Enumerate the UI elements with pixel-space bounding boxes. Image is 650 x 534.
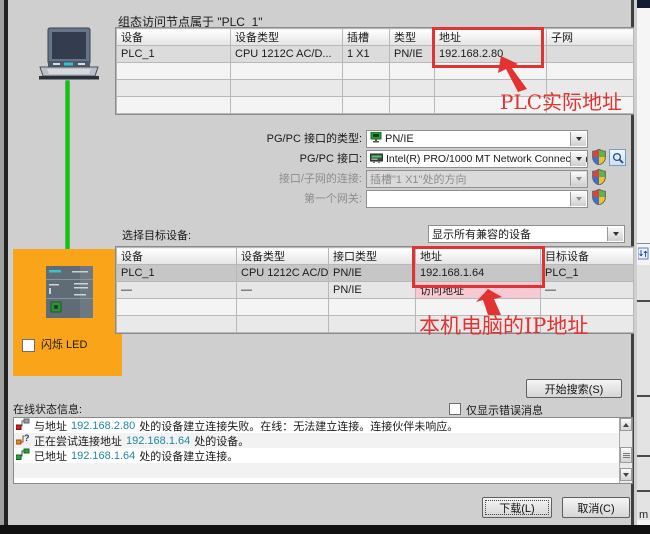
col-header-interface-type[interactable]: 接口类型 <box>328 247 416 265</box>
errors-only-label: 仅显示错误消息 <box>466 405 543 417</box>
flash-led-checkbox[interactable] <box>22 339 35 352</box>
pnie-icon <box>370 131 382 146</box>
col-header-type[interactable]: 类型 <box>389 28 435 46</box>
connection-line <box>66 81 69 267</box>
shield-icon[interactable] <box>592 148 606 168</box>
status-message-empty <box>14 463 632 478</box>
status-message-connected: 已地址 192.168.1.64 处的设备建立连接。 <box>14 448 632 463</box>
compatible-devices-filter[interactable]: 显示所有兼容的设备 <box>428 225 625 243</box>
col-header-slot[interactable]: 插槽 <box>342 28 390 46</box>
scroll-down-button[interactable] <box>620 468 632 481</box>
cell-subnet <box>546 45 634 63</box>
table-row-selected[interactable]: PLC_1 CPU 1212C AC/D... PN/IE 192.168.1.… <box>116 264 634 282</box>
cell-interface-type: PN/IE <box>328 281 416 299</box>
chevron-down-icon[interactable] <box>607 227 623 241</box>
online-status-label: 在线状态信息: <box>13 404 83 416</box>
scroll-up-button[interactable] <box>620 418 632 431</box>
pgpc-type-value: PN/IE <box>385 133 414 145</box>
message-scrollbar[interactable] <box>619 418 632 483</box>
cell-type: PN/IE <box>389 45 435 63</box>
divider <box>637 300 650 302</box>
background-panel <box>637 265 650 520</box>
chevron-down-icon[interactable] <box>570 132 586 146</box>
start-search-button[interactable]: 开始搜索(S) <box>526 379 622 398</box>
pgpc-interface-label: PG/PC 接口: <box>299 153 362 165</box>
cell-device-type: — <box>236 281 329 299</box>
pc-address-annotation: 本机电脑的IP地址 <box>419 314 589 338</box>
col-header-target-device[interactable]: 目标设备 <box>540 247 634 265</box>
pgpc-type-select[interactable]: PN/IE <box>366 130 588 148</box>
svg-text:?: ? <box>24 433 30 443</box>
plc-address-annotation: PLC实际地址 <box>500 90 623 114</box>
plc-device-image <box>46 266 93 321</box>
background-text-fragment: m <box>639 509 649 521</box>
scroll-thumb[interactable] <box>620 447 632 463</box>
cell-device-type: CPU 1212C AC/D... <box>230 45 343 63</box>
flash-led-label: 闪烁 LED <box>41 339 88 351</box>
subnet-connection-select: 插槽"1 X1"处的方向 <box>366 170 588 188</box>
browse-network-button[interactable] <box>609 149 626 166</box>
shield-icon[interactable] <box>592 188 606 208</box>
gateway-select <box>366 190 588 208</box>
cell-interface-type: PN/IE <box>328 264 416 282</box>
divider <box>637 395 650 397</box>
connection-failed-icon <box>15 418 30 433</box>
subnet-connection-value: 插槽"1 X1"处的方向 <box>370 174 467 186</box>
col-header-device[interactable]: 设备 <box>116 28 231 46</box>
bottom-window-edge <box>0 525 650 534</box>
left-window-edge <box>0 0 8 534</box>
pgpc-interface-value: Intel(R) PRO/1000 MT Network Connection <box>386 153 587 165</box>
status-message-failed: 与地址 192.168.2.80 处的设备建立连接失败。在线：无法建立连接。连接… <box>14 418 632 433</box>
errors-only-checkbox[interactable] <box>449 403 461 415</box>
table-row[interactable]: PLC_1 CPU 1212C AC/D... 1 X1 PN/IE 192.1… <box>116 45 634 63</box>
magnifier-icon <box>612 152 624 164</box>
filter-value: 显示所有兼容的设备 <box>432 229 531 241</box>
gateway-label: 第一个网关: <box>303 193 362 205</box>
connection-trying-icon: ? <box>15 433 30 448</box>
col-header-device[interactable]: 设备 <box>116 247 237 265</box>
status-message-trying: ? 正在尝试连接地址 192.168.1.64 处的设备。 <box>14 433 632 448</box>
cancel-button[interactable]: 取消(C) <box>562 497 630 518</box>
table-row[interactable]: — — PN/IE 访问地址 — <box>116 281 634 299</box>
sort-icon[interactable] <box>637 247 649 263</box>
chevron-down-icon <box>570 192 586 206</box>
col-header-subnet[interactable]: 子网 <box>546 28 634 46</box>
status-message-list[interactable]: 与地址 192.168.2.80 处的设备建立连接失败。在线：无法建立连接。连接… <box>13 417 633 484</box>
download-dialog-screen: m 闪烁 LED 组态访问节点属于 "PLC_1" 设备 设备类型 插槽 类型 … <box>0 0 650 534</box>
subnet-connection-label: 接口/子网的连接: <box>278 173 362 185</box>
divider <box>637 455 650 457</box>
col-header-device-type[interactable]: 设备类型 <box>236 247 329 265</box>
network-adapter-icon <box>369 153 384 166</box>
connection-ok-icon <box>15 448 30 463</box>
col-header-device-type[interactable]: 设备类型 <box>230 28 343 46</box>
cell-device-type: CPU 1212C AC/D... <box>236 264 329 282</box>
chevron-down-icon[interactable] <box>570 152 586 166</box>
pc-address-highlight-box <box>412 246 545 288</box>
cell-device: PLC_1 <box>116 264 237 282</box>
cell-slot: 1 X1 <box>342 45 390 63</box>
divider <box>637 243 650 244</box>
cell-device: PLC_1 <box>116 45 231 63</box>
cell-target-device: PLC_1 <box>540 264 634 282</box>
background-titlebar-fragment <box>637 0 650 8</box>
pgpc-type-label: PG/PC 接口的类型: <box>266 133 362 145</box>
cell-target-device: — <box>540 281 634 299</box>
shield-icon[interactable] <box>592 168 606 188</box>
select-target-label: 选择目标设备: <box>122 230 192 242</box>
cell-device: — <box>116 281 237 299</box>
pg-pc-image <box>37 27 101 85</box>
download-button[interactable]: 下载(L) <box>482 497 552 518</box>
table-row-empty <box>116 62 634 80</box>
divider <box>637 490 650 492</box>
chevron-down-icon <box>570 172 586 186</box>
pgpc-interface-select[interactable]: Intel(R) PRO/1000 MT Network Connection <box>366 150 588 168</box>
